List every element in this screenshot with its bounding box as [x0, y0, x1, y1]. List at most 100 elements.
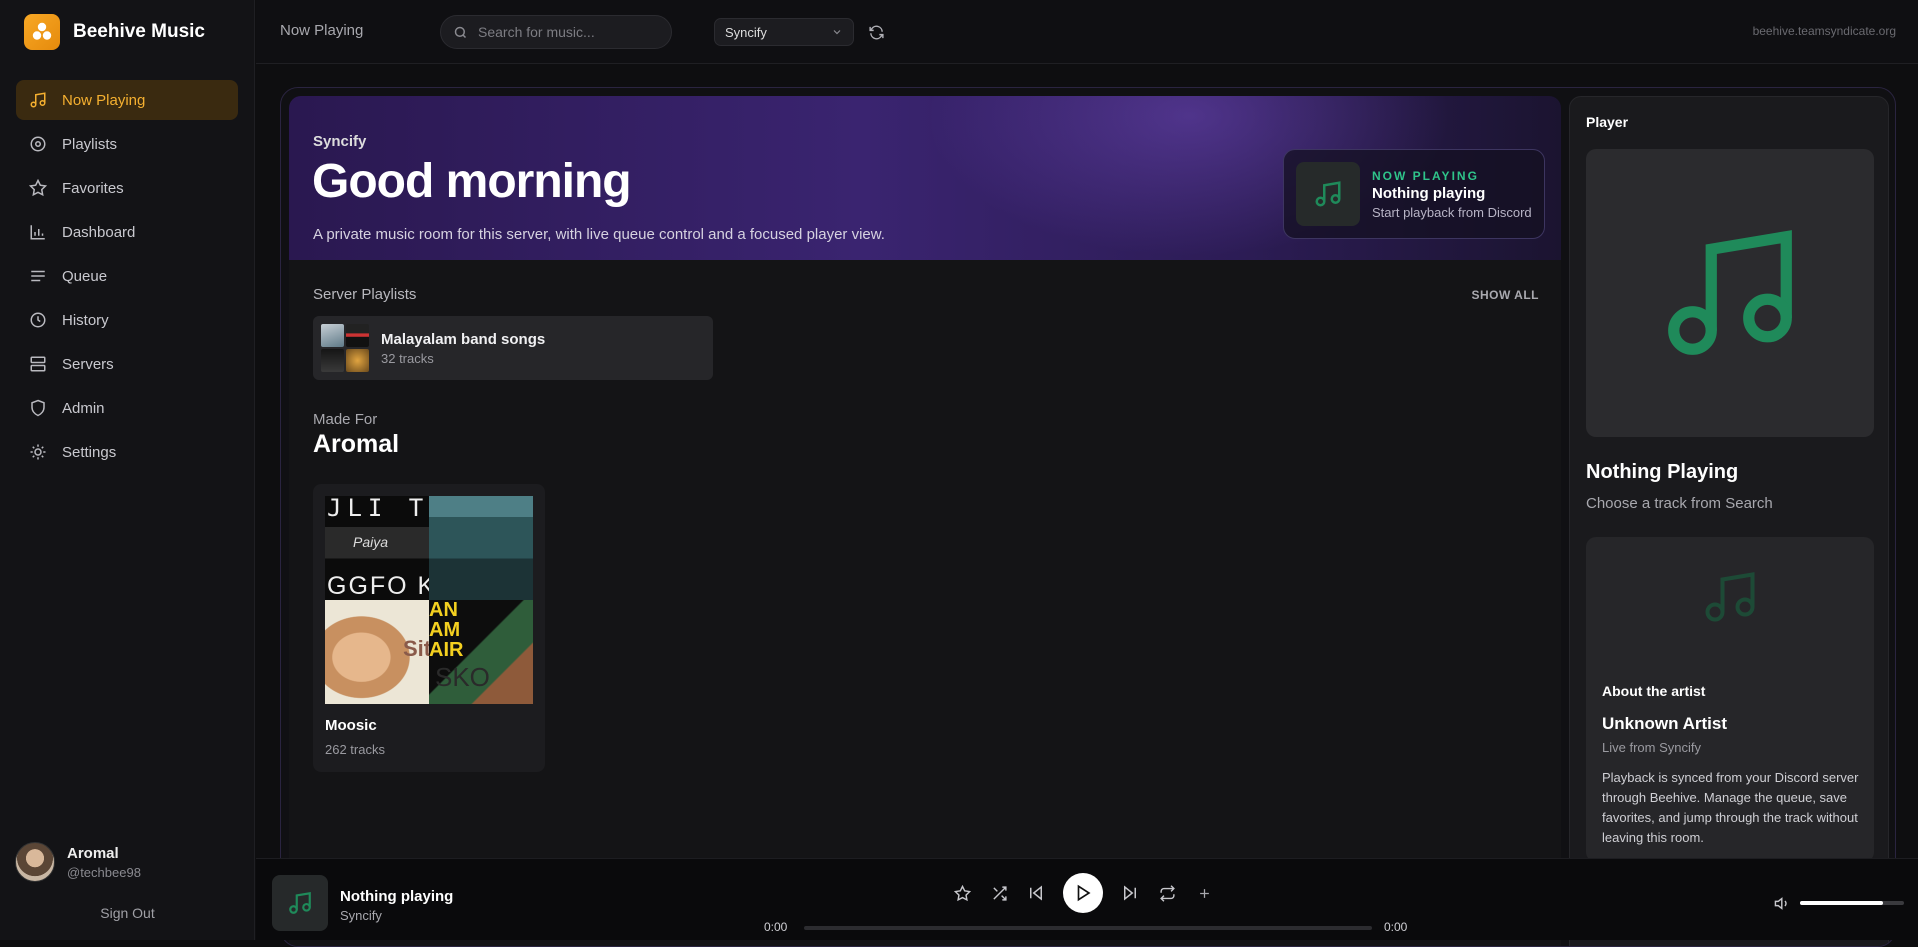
sidebar-item-label: Now Playing: [62, 91, 146, 109]
shield-icon: [31, 399, 45, 417]
about-artist-card: About the artist Unknown Artist Live fro…: [1586, 537, 1874, 862]
now-playing-label: NOW PLAYING: [1372, 168, 1479, 183]
sidebar-item-servers[interactable]: Servers: [16, 344, 238, 384]
hero-subtitle: A private music room for this server, wi…: [313, 226, 885, 243]
page-title: Now Playing: [280, 22, 364, 39]
add-to-queue-button[interactable]: [1194, 883, 1214, 903]
sidebar: Beehive Music Now Playing Playlists Favo…: [0, 0, 255, 940]
repeat-icon: [1159, 884, 1175, 902]
content-area: Server Playlists SHOW ALL Malayalam band…: [289, 260, 1561, 946]
playlist-card[interactable]: Malayalam band songs 32 tracks: [313, 316, 713, 380]
now-playing-card[interactable]: NOW PLAYING Nothing playing Start playba…: [1283, 149, 1545, 239]
music-note-icon: [289, 891, 311, 914]
sidebar-item-label: Settings: [62, 443, 117, 461]
made-for-name: Aromal: [313, 430, 400, 458]
album-card[interactable]: JLI TH Paiya GGFO KA Siti AN AM AIR SKO …: [313, 484, 545, 772]
now-playing-thumb: [1296, 162, 1360, 226]
bottom-track-title: Nothing playing: [340, 888, 454, 905]
made-for-label: Made For: [313, 411, 378, 428]
server-playlists-title: Server Playlists: [313, 286, 417, 303]
sidebar-item-admin[interactable]: Admin: [16, 388, 238, 428]
artist-description: Playback is synced from your Discord ser…: [1602, 770, 1859, 845]
about-artist-artwork: [1586, 567, 1874, 627]
sidebar-item-label: Servers: [62, 355, 114, 373]
previous-button[interactable]: [1026, 883, 1046, 903]
album-art-text: AN AM AIR: [429, 600, 464, 661]
sidebar-item-label: Favorites: [62, 179, 124, 197]
main-panel: Syncify Good morning A private music roo…: [280, 87, 1896, 947]
brand[interactable]: Beehive Music: [24, 14, 205, 50]
about-artist-heading: About the artist: [1602, 683, 1706, 699]
sign-out-button[interactable]: Sign Out: [0, 905, 255, 921]
user-name: Aromal: [67, 844, 119, 862]
sidebar-item-dashboard[interactable]: Dashboard: [16, 212, 238, 252]
repeat-button[interactable]: [1157, 883, 1177, 903]
album-art-text: GGFO KA: [327, 572, 429, 600]
user-profile[interactable]: Aromal @techbee98: [15, 842, 141, 882]
album-art-text: SKO: [435, 662, 490, 692]
shuffle-icon: [992, 885, 1007, 901]
plus-icon: [1199, 888, 1209, 898]
artist-name: Unknown Artist: [1602, 714, 1727, 733]
sidebar-nav: Now Playing Playlists Favorites Dashboar…: [16, 80, 238, 476]
playlist-title: Malayalam band songs: [381, 330, 546, 348]
server-icon: [30, 356, 46, 372]
music-note-icon: [30, 92, 46, 108]
bar-chart-icon: [30, 225, 45, 240]
hero-source: Syncify: [313, 133, 367, 150]
music-note-icon: [1668, 230, 1792, 355]
disc-icon: [30, 136, 46, 152]
volume-slider[interactable]: [1800, 901, 1904, 905]
greeting-title: Good morning: [312, 155, 632, 208]
play-button[interactable]: [1063, 873, 1103, 913]
sidebar-item-playlists[interactable]: Playlists: [16, 124, 238, 164]
sidebar-item-label: Queue: [62, 267, 108, 285]
user-handle: @techbee98: [67, 864, 141, 880]
player-panel: Player Nothing Playing Choose a track fr…: [1569, 96, 1889, 946]
music-note-icon: [1705, 572, 1755, 622]
refresh-button[interactable]: [864, 20, 888, 44]
artist-live-source: Live from Syncify: [1602, 740, 1701, 755]
show-all-link[interactable]: SHOW ALL: [1471, 288, 1539, 302]
playlist-count: 32 tracks: [381, 350, 434, 366]
sidebar-item-label: Playlists: [62, 135, 118, 153]
avatar: [15, 842, 55, 882]
beehive-logo-icon: [24, 14, 60, 50]
sidebar-item-label: Dashboard: [62, 223, 136, 241]
player-heading: Player: [1586, 114, 1629, 130]
search-input[interactable]: [478, 24, 658, 40]
sidebar-item-settings[interactable]: Settings: [16, 432, 238, 472]
server-select-value: Syncify: [725, 24, 767, 40]
album-art-text: Paiya: [353, 534, 389, 550]
search-icon: [454, 26, 467, 38]
album-art-text: Siti: [403, 636, 429, 661]
server-domain: beehive.teamsyndicate.org: [1752, 24, 1896, 38]
list-icon: [31, 270, 45, 282]
sidebar-item-now-playing[interactable]: Now Playing: [16, 80, 238, 120]
refresh-icon: [868, 25, 884, 39]
sidebar-item-favorites[interactable]: Favorites: [16, 168, 238, 208]
album-count: 262 tracks: [325, 742, 385, 757]
sidebar-item-queue[interactable]: Queue: [16, 256, 238, 296]
progress-bar[interactable]: [804, 926, 1372, 930]
playback-bar: Nothing playing Syncify 0:00 0:00: [256, 858, 1918, 940]
bottom-track-source: Syncify: [340, 908, 382, 923]
now-playing-desc: Start playback from Discord: [1372, 204, 1532, 220]
sidebar-item-history[interactable]: History: [16, 300, 238, 340]
volume-button[interactable]: [1774, 895, 1791, 917]
sun-icon: [30, 444, 46, 460]
clock-icon: [30, 312, 46, 328]
album-title: Moosic: [325, 717, 377, 734]
brand-name: Beehive Music: [73, 21, 205, 42]
favorite-button[interactable]: [952, 883, 972, 903]
search-box[interactable]: [440, 15, 672, 49]
play-icon: [1077, 884, 1091, 902]
album-art-text: JLI TH: [327, 496, 429, 522]
now-playing-title: Nothing playing: [1372, 184, 1486, 202]
volume-fill: [1800, 901, 1884, 905]
next-button[interactable]: [1120, 883, 1140, 903]
server-select[interactable]: Syncify: [714, 18, 854, 46]
star-icon: [953, 884, 971, 901]
chevron-down-icon: [833, 30, 841, 35]
shuffle-button[interactable]: [989, 883, 1009, 903]
